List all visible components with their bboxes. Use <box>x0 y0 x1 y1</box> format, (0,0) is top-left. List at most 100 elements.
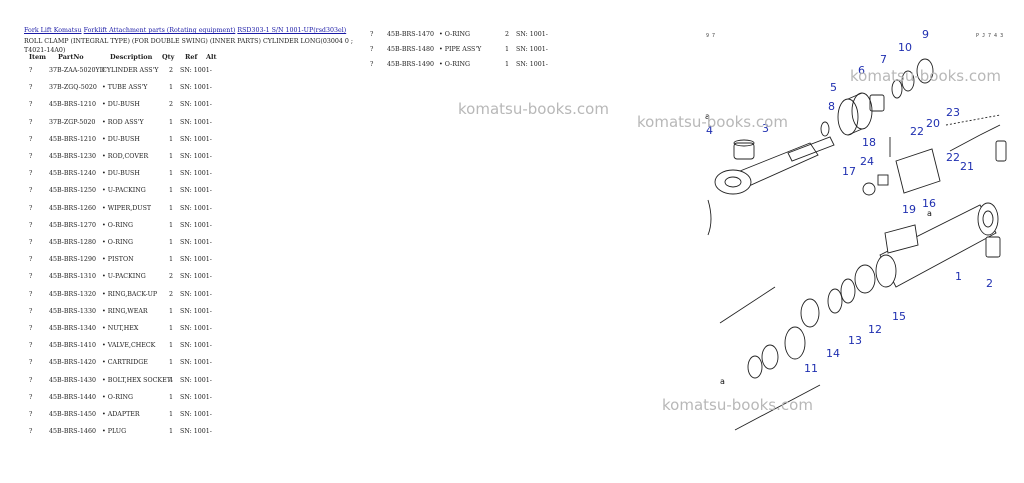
cell-item: ? <box>370 46 374 53</box>
diagram-corner-code-right: P J 7 4 3 <box>976 33 1004 39</box>
cell-part: 45B-BRS-1270 <box>49 221 96 229</box>
cell-ref: SN: 1001- <box>180 393 212 401</box>
callout-22b: 22 <box>946 151 960 164</box>
cell-ref: SN: 1001- <box>180 411 212 418</box>
cell-ref: SN: 1001- <box>180 428 212 436</box>
cell-ref: SN: 1001- <box>180 239 212 246</box>
cell-qty: 2 <box>169 67 174 74</box>
callout-a-right: a <box>927 209 932 218</box>
cell-part: 45B-BRS-1460 <box>49 428 96 436</box>
cell-qty: 1 <box>169 393 174 401</box>
cell-qty: 2 <box>505 31 510 38</box>
cell-item: ? <box>29 256 33 264</box>
header-item: Item <box>29 53 47 61</box>
header-qty: Qty <box>162 53 175 61</box>
cell-qty: 1 <box>169 153 174 160</box>
cell-part: 45B-BRS-1210 <box>49 101 96 109</box>
callout-9: 9 <box>922 28 929 41</box>
cell-qty: 1 <box>169 204 174 212</box>
cell-desc: • NUT,HEX <box>102 325 139 332</box>
callout-22a: 22 <box>910 125 924 138</box>
cell-ref: SN: 1001- <box>180 376 212 384</box>
cell-item: ? <box>29 67 33 74</box>
cell-part: 45B-BRS-1470 <box>387 31 434 38</box>
callout-24: 24 <box>860 155 874 168</box>
cell-qty: 1 <box>505 61 510 68</box>
callout-18: 18 <box>862 136 876 149</box>
cell-item: ? <box>29 204 33 212</box>
callout-12: 12 <box>868 323 882 336</box>
watermark: komatsu-books.com <box>662 396 813 414</box>
cell-desc: • PLUG <box>102 428 127 436</box>
cell-ref: SN: 1001- <box>180 290 212 298</box>
cell-part: 45B-BRS-1250 <box>49 187 96 195</box>
cell-desc: • ROD ASS'Y <box>102 118 144 126</box>
cell-qty: 1 <box>169 187 174 195</box>
cell-item: ? <box>29 428 33 436</box>
cell-part: 37B-ZGP-5020 <box>49 118 96 126</box>
cell-ref: SN: 1001- <box>180 342 212 350</box>
cell-ref: SN: 1001- <box>180 67 212 74</box>
cell-part: 45B-BRS-1430 <box>49 376 96 384</box>
cell-item: ? <box>370 61 374 68</box>
cell-desc: • BOLT,HEX SOCKET <box>102 376 171 384</box>
callout-a-bottom: a <box>720 377 725 386</box>
cell-qty: 1 <box>169 118 174 126</box>
callout-15: 15 <box>892 310 906 323</box>
cell-ref: SN: 1001- <box>180 204 212 212</box>
cell-item: ? <box>29 187 33 195</box>
cell-qty: 1 <box>169 342 174 350</box>
cell-ref: SN: 1001- <box>516 46 548 53</box>
cell-qty: 1 <box>169 170 174 178</box>
cell-part: 45B-BRS-1420 <box>49 359 96 367</box>
cell-part: 45B-BRS-1440 <box>49 393 96 401</box>
cell-qty: 1 <box>169 325 174 332</box>
cell-part: 45B-BRS-1340 <box>49 325 96 332</box>
cell-desc: • DU-BUSH <box>102 135 140 143</box>
breadcrumb-link-forklift[interactable]: Fork Lift Komatsu <box>24 27 82 34</box>
breadcrumb-link-attachment-parts[interactable]: Forklift Attachment parts (Rotating equi… <box>84 27 236 34</box>
cell-item: ? <box>29 239 33 246</box>
cell-ref: SN: 1001- <box>180 359 212 367</box>
cell-qty: 2 <box>169 290 174 298</box>
cell-ref: SN: 1001- <box>180 118 212 126</box>
cell-qty: 1 <box>505 46 510 53</box>
cell-part: 45B-BRS-1260 <box>49 204 96 212</box>
cell-part: 45B-BRS-1240 <box>49 170 96 178</box>
cell-qty: 4 <box>169 376 174 384</box>
breadcrumb-link-model[interactable]: RSD303-1 S/N 1001-UP(rsd303el) <box>237 27 346 34</box>
cell-qty: 1 <box>169 135 174 143</box>
cell-ref: SN: 1001- <box>180 135 212 143</box>
cell-desc: • O-RING <box>102 393 134 401</box>
cell-desc: • VALVE,CHECK <box>102 342 156 350</box>
cell-ref: SN: 1001- <box>180 221 212 229</box>
cell-item: ? <box>29 411 33 418</box>
cell-item: ? <box>29 153 33 160</box>
cell-qty: 2 <box>169 101 174 109</box>
cell-item: ? <box>29 393 33 401</box>
callout-11: 11 <box>804 362 818 375</box>
cell-desc: • U-PACKING <box>102 187 146 195</box>
cell-ref: SN: 1001- <box>180 101 212 109</box>
cell-part: 45B-BRS-1450 <box>49 411 96 418</box>
cell-part: 45B-BRS-1320 <box>49 290 96 298</box>
cell-ref: SN: 1001- <box>180 307 212 315</box>
cell-item: ? <box>29 118 33 126</box>
cell-desc: • TUBE ASS'Y <box>102 84 148 92</box>
cell-ref: SN: 1001- <box>180 170 212 178</box>
cell-item: ? <box>29 84 33 92</box>
callout-21: 21 <box>960 160 974 173</box>
cell-item: ? <box>29 376 33 384</box>
cell-desc: • O-RING <box>102 221 134 229</box>
cell-ref: SN: 1001- <box>180 256 212 264</box>
cell-part: 45B-BRS-1330 <box>49 307 96 315</box>
callout-7: 7 <box>880 53 887 66</box>
cell-part: 45B-BRS-1410 <box>49 342 96 350</box>
header-ref: Ref <box>185 53 198 61</box>
cell-desc: • CARTRIDGE <box>102 359 148 367</box>
callout-13: 13 <box>848 334 862 347</box>
callout-2: 2 <box>986 277 993 290</box>
cell-qty: 1 <box>169 411 174 418</box>
diagram-corner-code-left: 9 7 <box>706 33 716 39</box>
callout-5: 5 <box>830 81 837 94</box>
